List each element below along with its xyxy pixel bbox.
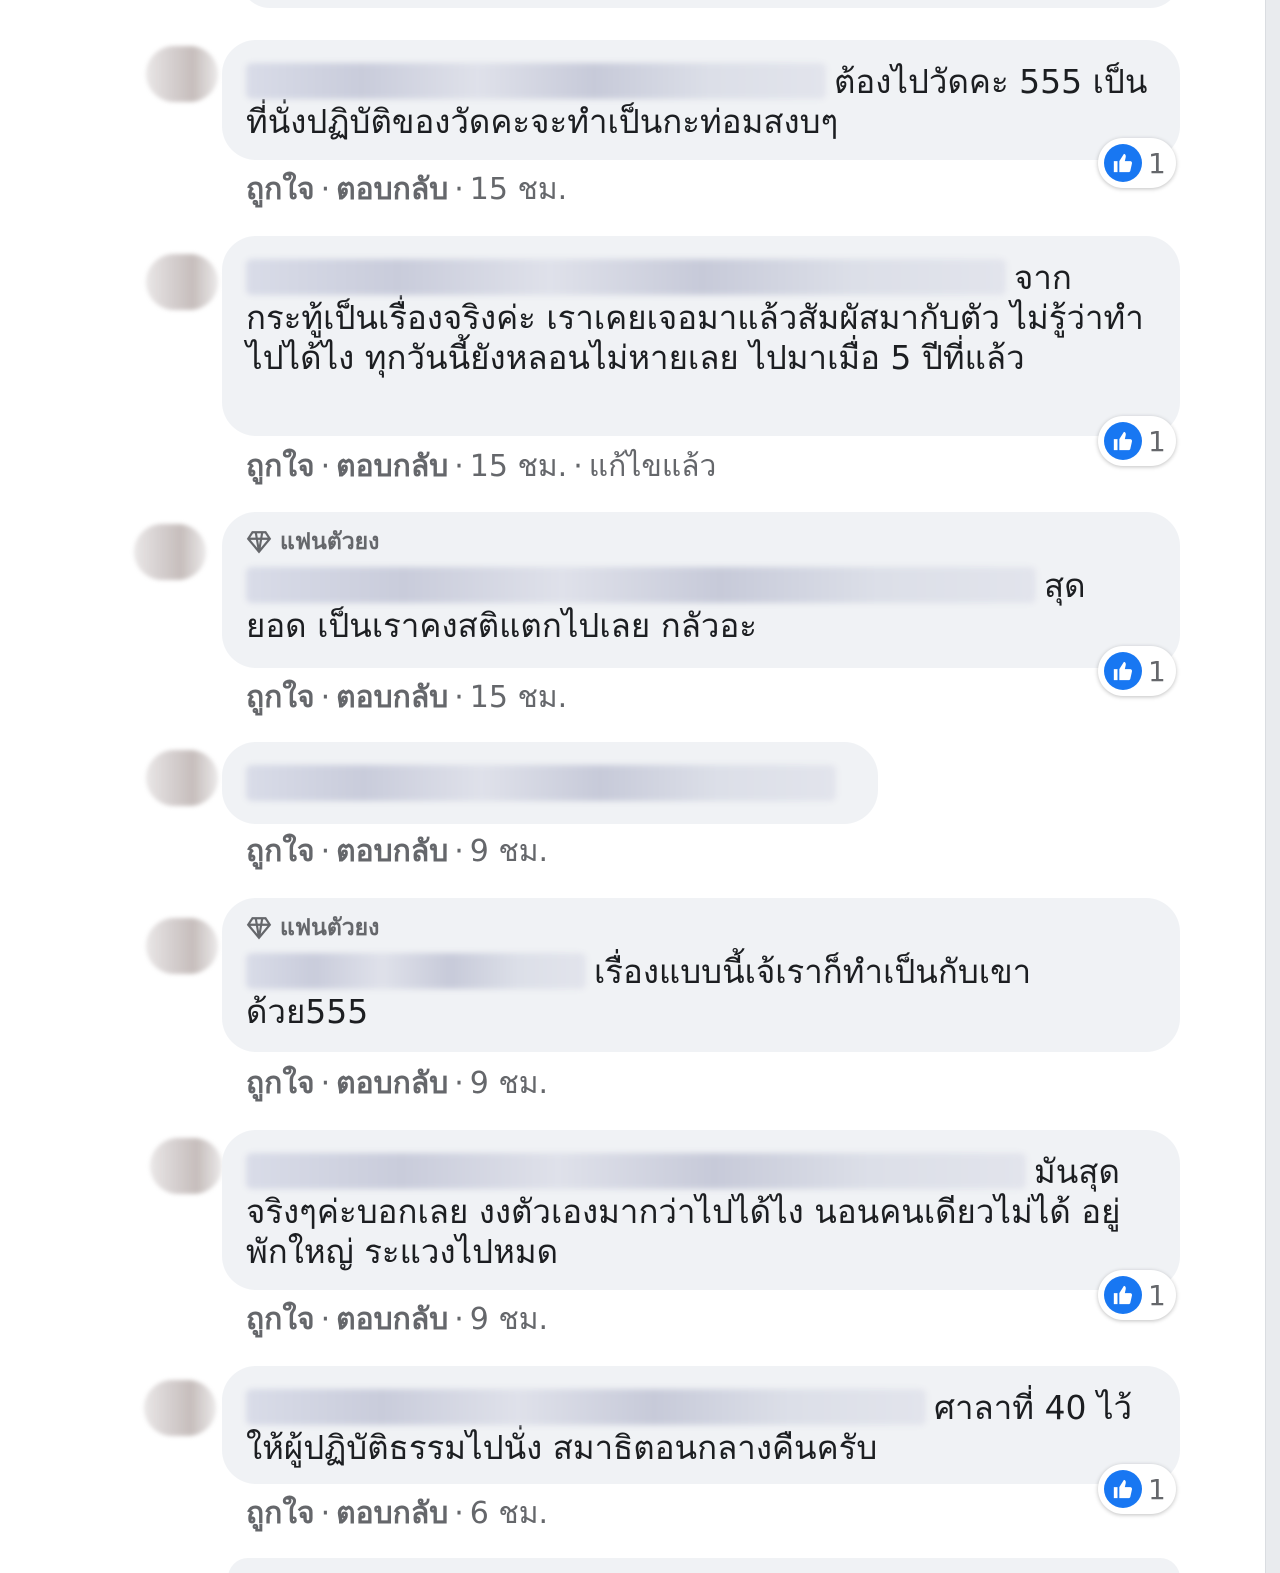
author-name-blurred[interactable] bbox=[246, 953, 586, 989]
author-name-blurred[interactable] bbox=[246, 1389, 926, 1425]
comment-bubble: มันสุด จริงๆค่ะบอกเลย งงตัวเองมากว่าไปได… bbox=[222, 1130, 1180, 1290]
comment-text: จาก กระทู้เป็นเรื่องจริงค่ะ เราเคยเจอมาแ… bbox=[246, 258, 1154, 378]
diamond-icon bbox=[246, 917, 272, 940]
timestamp[interactable]: 15 ชม. bbox=[470, 449, 567, 484]
avatar[interactable] bbox=[134, 524, 206, 580]
thumbs-up-icon bbox=[1104, 652, 1142, 690]
timestamp[interactable]: 15 ชม. bbox=[470, 172, 567, 207]
comment-text: ต้องไปวัดคะ 555 เป็นที่นั่งปฏิบัติของวัด… bbox=[246, 62, 1154, 142]
comment-actions: ถูกใจ · ตอบกลับ · 6 ชม. bbox=[246, 1490, 548, 1537]
separator: · bbox=[320, 172, 331, 207]
author-name-blurred[interactable] bbox=[246, 1153, 1026, 1189]
badge-label: แฟนตัวยง bbox=[280, 915, 380, 941]
next-comment-fragment bbox=[228, 1558, 1180, 1573]
separator: · bbox=[320, 1066, 331, 1101]
like-link[interactable]: ถูกใจ bbox=[246, 1496, 315, 1531]
reaction-count: 1 bbox=[1148, 1278, 1166, 1312]
thumbs-up-icon bbox=[1104, 422, 1142, 460]
comment-text: เรื่องแบบนี้เจ้เราก็ทำเป็นกับเขา ด้วย555 bbox=[246, 952, 1154, 1032]
comment-actions: ถูกใจ · ตอบกลับ · 9 ชม. bbox=[246, 1296, 548, 1343]
reply-link[interactable]: ตอบกลับ bbox=[336, 680, 448, 715]
comment-bubble: ศาลาที่ 40 ไว้ให้ผู้ปฏิบัติธรรมไปนั่ง สม… bbox=[222, 1366, 1180, 1484]
separator: · bbox=[454, 1302, 464, 1337]
reaction-summary[interactable]: 1 bbox=[1098, 1464, 1176, 1514]
reaction-summary[interactable]: 1 bbox=[1098, 1270, 1176, 1320]
timestamp[interactable]: 9 ชม. bbox=[470, 1302, 548, 1337]
comment-bubble: แฟนตัวยง เรื่องแบบนี้เจ้เราก็ทำเป็นกับเข… bbox=[222, 898, 1180, 1052]
previous-comment-fragment bbox=[240, 0, 1180, 8]
badge-label: แฟนตัวยง bbox=[280, 529, 380, 555]
avatar[interactable] bbox=[146, 750, 218, 806]
reply-link[interactable]: ตอบกลับ bbox=[336, 1302, 448, 1337]
separator: · bbox=[454, 449, 464, 484]
comment-text: มันสุด จริงๆค่ะบอกเลย งงตัวเองมากว่าไปได… bbox=[246, 1152, 1154, 1272]
timestamp[interactable]: 9 ชม. bbox=[470, 1066, 548, 1101]
reaction-count: 1 bbox=[1148, 424, 1166, 458]
comment-actions: ถูกใจ · ตอบกลับ · 15 ชม. bbox=[246, 674, 567, 721]
reaction-summary[interactable]: 1 bbox=[1098, 646, 1176, 696]
comment-actions: ถูกใจ · ตอบกลับ · 9 ชม. bbox=[246, 828, 548, 875]
reaction-count: 1 bbox=[1148, 146, 1166, 180]
separator: · bbox=[454, 172, 464, 207]
separator: · bbox=[454, 680, 464, 715]
like-link[interactable]: ถูกใจ bbox=[246, 449, 315, 484]
top-fan-badge: แฟนตัวยง bbox=[246, 910, 1154, 946]
comment-actions: ถูกใจ · ตอบกลับ · 15 ชม. bbox=[246, 166, 567, 213]
comment-bubble bbox=[222, 742, 878, 824]
reply-link[interactable]: ตอบกลับ bbox=[336, 1496, 448, 1531]
author-name-blurred[interactable] bbox=[246, 765, 836, 801]
separator: · bbox=[454, 834, 464, 869]
comment-bubble: จาก กระทู้เป็นเรื่องจริงค่ะ เราเคยเจอมาแ… bbox=[222, 236, 1180, 436]
comment-bubble: ต้องไปวัดคะ 555 เป็นที่นั่งปฏิบัติของวัด… bbox=[222, 40, 1180, 160]
separator: · bbox=[454, 1066, 464, 1101]
timestamp[interactable]: 6 ชม. bbox=[470, 1496, 548, 1531]
thumbs-up-icon bbox=[1104, 1276, 1142, 1314]
comment-text: ศาลาที่ 40 ไว้ให้ผู้ปฏิบัติธรรมไปนั่ง สม… bbox=[246, 1388, 1154, 1468]
separator: · bbox=[320, 834, 331, 869]
avatar[interactable] bbox=[146, 254, 218, 310]
author-name-blurred[interactable] bbox=[246, 259, 1006, 295]
reaction-count: 1 bbox=[1148, 1472, 1166, 1506]
separator: · bbox=[320, 1496, 331, 1531]
thumbs-up-icon bbox=[1104, 144, 1142, 182]
comment-actions: ถูกใจ · ตอบกลับ · 15 ชม. · แก้ไขแล้ว bbox=[246, 443, 716, 490]
comment-actions: ถูกใจ · ตอบกลับ · 9 ชม. bbox=[246, 1060, 548, 1107]
like-link[interactable]: ถูกใจ bbox=[246, 680, 315, 715]
avatar[interactable] bbox=[146, 918, 218, 974]
reaction-count: 1 bbox=[1148, 654, 1166, 688]
separator: · bbox=[320, 680, 331, 715]
like-link[interactable]: ถูกใจ bbox=[246, 1302, 315, 1337]
reaction-summary[interactable]: 1 bbox=[1098, 416, 1176, 466]
separator: · bbox=[320, 1302, 331, 1337]
comment-text bbox=[246, 764, 852, 804]
comment-bubble: แฟนตัวยง สุด ยอด เป็นเราคงสติแตกไปเลย กล… bbox=[222, 512, 1180, 668]
separator: · bbox=[454, 1496, 464, 1531]
edited-label[interactable]: แก้ไขแล้ว bbox=[589, 449, 717, 484]
thumbs-up-icon bbox=[1104, 1470, 1142, 1508]
page-edge bbox=[1265, 0, 1280, 1573]
avatar[interactable] bbox=[144, 1380, 216, 1436]
diamond-icon bbox=[246, 531, 272, 554]
timestamp[interactable]: 15 ชม. bbox=[470, 680, 567, 715]
timestamp[interactable]: 9 ชม. bbox=[470, 834, 548, 869]
reply-link[interactable]: ตอบกลับ bbox=[336, 834, 448, 869]
like-link[interactable]: ถูกใจ bbox=[246, 1066, 315, 1101]
avatar[interactable] bbox=[150, 1138, 222, 1194]
like-link[interactable]: ถูกใจ bbox=[246, 834, 315, 869]
like-link[interactable]: ถูกใจ bbox=[246, 172, 315, 207]
reply-link[interactable]: ตอบกลับ bbox=[336, 1066, 448, 1101]
author-name-blurred[interactable] bbox=[246, 567, 1036, 603]
reply-link[interactable]: ตอบกลับ bbox=[336, 172, 448, 207]
top-fan-badge: แฟนตัวยง bbox=[246, 524, 1154, 560]
author-name-blurred[interactable] bbox=[246, 63, 826, 99]
reply-link[interactable]: ตอบกลับ bbox=[336, 449, 448, 484]
avatar[interactable] bbox=[146, 46, 218, 102]
reaction-summary[interactable]: 1 bbox=[1098, 138, 1176, 188]
comment-text: สุด ยอด เป็นเราคงสติแตกไปเลย กลัวอะ bbox=[246, 566, 1154, 646]
separator: · bbox=[320, 449, 331, 484]
comment-thread: ต้องไปวัดคะ 555 เป็นที่นั่งปฏิบัติของวัด… bbox=[0, 0, 1280, 1573]
separator: · bbox=[573, 449, 583, 484]
